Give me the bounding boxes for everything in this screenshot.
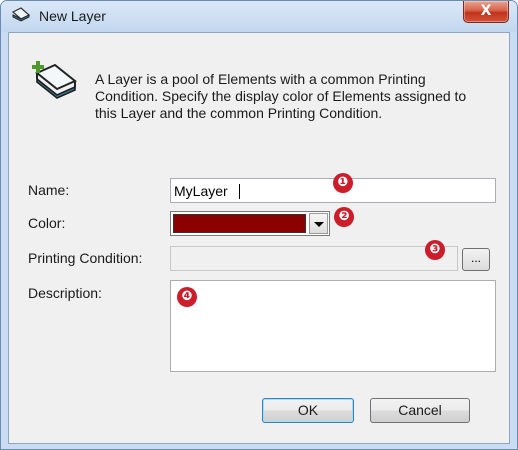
chevron-down-icon: [314, 222, 324, 227]
color-dropdown[interactable]: [170, 211, 330, 236]
callout-badge-1: ❶: [333, 173, 353, 193]
callout-badge-4: ❹: [177, 287, 197, 307]
callout-badge-3: ❸: [425, 240, 445, 260]
window-title: New Layer: [39, 8, 106, 24]
title-bar[interactable]: New Layer X: [1, 1, 517, 32]
cancel-button[interactable]: Cancel: [370, 398, 470, 423]
callout-badge-2: ❷: [334, 207, 354, 227]
browse-printing-condition-button[interactable]: ...: [462, 248, 490, 271]
dropdown-button[interactable]: [309, 213, 328, 234]
color-label: Color:: [28, 215, 66, 231]
layer-icon: [11, 7, 31, 22]
description-label: Description:: [28, 285, 102, 301]
description-textarea[interactable]: [170, 280, 496, 372]
printing-condition-label: Printing Condition:: [28, 250, 143, 266]
layer-add-icon: [32, 61, 77, 99]
ok-button[interactable]: OK: [262, 398, 354, 423]
dialog-description: A Layer is a pool of Elements with a com…: [95, 71, 467, 121]
text-caret: [239, 184, 240, 199]
name-label: Name:: [28, 182, 70, 198]
close-button[interactable]: X: [463, 1, 509, 23]
dialog-body: A Layer is a pool of Elements with a com…: [8, 32, 510, 444]
color-swatch: [173, 214, 306, 233]
printing-condition-field[interactable]: [170, 246, 458, 271]
